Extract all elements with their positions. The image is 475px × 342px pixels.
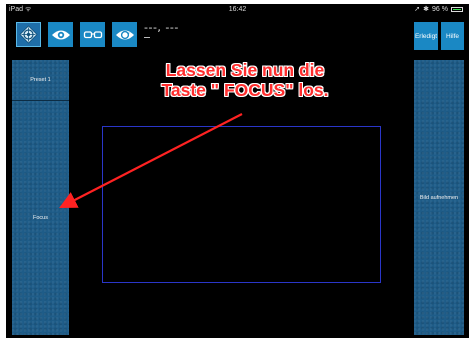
app-screen: iPad ᯤ 16:42 ➚ ✱ 96 % ---, --- Erledigt … — [6, 4, 469, 338]
bluetooth-icon: ✱ — [423, 6, 430, 13]
done-button[interactable]: Erledigt — [414, 22, 438, 50]
preset-1-button[interactable]: Preset 1 — [12, 60, 69, 101]
status-bar: iPad ᯤ 16:42 ➚ ✱ 96 % — [6, 4, 469, 15]
measurement-readout: ---, --- — [144, 21, 179, 34]
status-right: ➚ ✱ 96 % — [414, 4, 463, 15]
preset-1-label: Preset 1 — [30, 77, 51, 83]
focus-button[interactable]: Focus — [12, 101, 69, 335]
eye-icon — [51, 30, 70, 39]
clock: 16:42 — [228, 6, 247, 13]
help-button[interactable]: Hilfe — [441, 22, 464, 50]
instruction-callout: Lassen Sie nun die Taste " FOCUS" los. — [147, 60, 343, 100]
glasses-icon — [83, 30, 102, 38]
preview-frame — [102, 126, 381, 283]
capture-image-label: Bild aufnehmen — [419, 194, 459, 201]
capture-image-button[interactable]: Bild aufnehmen — [414, 60, 464, 335]
battery-percent: 96 % — [432, 6, 448, 13]
eye-refresh-button[interactable] — [112, 22, 137, 47]
instruction-line-2: Taste " FOCUS" los. — [161, 80, 329, 100]
readout-sub — [144, 37, 150, 38]
location-icon: ➚ — [414, 6, 421, 13]
instruction-line-1: Lassen Sie nun die — [165, 60, 325, 80]
eye-button[interactable] — [48, 22, 73, 47]
crosshair-target-icon — [19, 25, 38, 44]
glasses-button[interactable] — [80, 22, 105, 47]
eye-refresh-icon — [115, 30, 134, 39]
battery-icon — [451, 7, 463, 12]
focus-label: Focus — [33, 215, 48, 221]
crosshair-target-button[interactable] — [16, 22, 41, 47]
battery-fill — [453, 9, 461, 10]
